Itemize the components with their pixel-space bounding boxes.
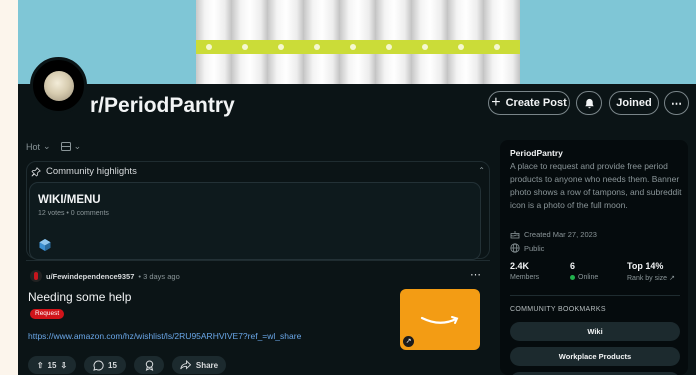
stat-label: Members — [510, 274, 540, 281]
post-thumbnail[interactable]: ↗ — [400, 289, 480, 350]
post-link[interactable]: https://www.amazon.com/hz/wishlist/ls/2R… — [28, 331, 301, 341]
collapse-caret-icon[interactable]: ⌃ — [478, 166, 485, 175]
stat-label: Online — [578, 274, 599, 281]
community-sidebar: PeriodPantry A place to request and prov… — [500, 140, 688, 375]
comments-button[interactable]: 15 — [84, 356, 126, 374]
share-button[interactable]: Share — [172, 356, 226, 374]
stat-label: Rank by size — [627, 274, 668, 282]
layout-view-icon[interactable] — [60, 142, 71, 151]
create-post-label: Create Post — [505, 97, 567, 109]
award-button[interactable] — [134, 356, 164, 374]
bookmark-wiki[interactable]: Wiki — [510, 322, 680, 341]
highlight-card-meta: 12 votes • 0 comments — [38, 210, 109, 217]
divider — [26, 260, 490, 261]
downvote-icon[interactable]: ⇩ — [60, 361, 67, 370]
community-icon — [39, 239, 51, 251]
subreddit-title: r/PeriodPantry — [90, 94, 235, 117]
cake-icon — [510, 231, 520, 239]
feed-sort-controls[interactable]: Hot ⌄ ⌄ — [26, 141, 81, 152]
post-title[interactable]: Needing some help — [28, 290, 131, 304]
award-icon — [145, 359, 153, 371]
highlight-card[interactable]: WIKI/MENU 12 votes • 0 comments — [29, 182, 481, 260]
amazon-smile-logo — [420, 316, 459, 324]
stat-online: 6 Online — [570, 261, 598, 281]
post-flair[interactable]: Request — [30, 309, 65, 319]
moon-icon — [44, 71, 74, 101]
external-link-icon: ↗ — [403, 336, 414, 347]
create-post-button[interactable]: + Create Post — [488, 91, 570, 115]
pin-icon — [31, 166, 41, 177]
chevron-down-icon: ⌄ — [43, 141, 51, 151]
post-options-button[interactable]: ⋯ — [470, 268, 481, 281]
sort-label[interactable]: Hot — [26, 142, 40, 152]
ellipsis-icon: ⋯ — [671, 97, 682, 110]
comment-count: 15 — [108, 360, 117, 370]
vote-count: 15 — [47, 360, 57, 370]
share-label: Share — [195, 360, 219, 370]
post-time: • 3 days ago — [138, 271, 180, 281]
community-highlights: Community highlights ⌃ WIKI/MENU 12 vote… — [26, 161, 490, 260]
visibility: Public — [510, 243, 544, 253]
vote-buttons[interactable]: ⇧ 15 ⇩ — [28, 356, 76, 374]
sidebar-description: A place to request and provide free peri… — [510, 161, 682, 210]
stat-value: 2.4K — [510, 261, 530, 271]
created-date: Created Mar 27, 2023 — [510, 229, 597, 239]
bookmark-workplace-products[interactable]: Workplace Products — [510, 347, 680, 366]
bookmarks-heading: COMMUNITY BOOKMARKS — [510, 306, 606, 313]
globe-icon — [510, 243, 520, 253]
more-options-button[interactable]: ⋯ — [664, 91, 689, 115]
sidebar-community-name: PeriodPantry — [510, 148, 563, 158]
bell-icon — [584, 98, 594, 108]
chevron-down-icon: ⌄ — [73, 141, 82, 151]
stat-rank[interactable]: Top 14% Rank by size ↗ — [627, 261, 675, 282]
stat-members: 2.4K Members — [510, 261, 539, 281]
highlights-header[interactable]: Community highlights — [31, 166, 137, 177]
post-author[interactable]: u/Fewindependence9357 — [46, 272, 134, 281]
upvote-icon[interactable]: ⇧ — [37, 361, 44, 370]
ellipsis-icon: ⋯ — [470, 269, 481, 281]
stat-value: Top 14% — [627, 261, 664, 271]
highlights-title: Community highlights — [46, 166, 137, 177]
online-dot-icon — [570, 275, 575, 280]
user-avatar[interactable] — [30, 270, 42, 282]
post-author-line: u/Fewindependence9357 • 3 days ago — [30, 270, 180, 282]
notification-bell-button[interactable] — [576, 91, 602, 115]
plus-icon: + — [491, 94, 501, 111]
external-link-icon: ↗ — [669, 275, 675, 282]
share-icon — [180, 360, 191, 370]
stat-value: 6 — [570, 261, 576, 271]
joined-button[interactable]: Joined — [609, 91, 659, 115]
visibility-text: Public — [524, 243, 545, 253]
community-banner — [18, 0, 696, 84]
comment-icon — [93, 359, 104, 371]
divider — [510, 295, 680, 296]
created-text: Created Mar 27, 2023 — [524, 229, 597, 239]
community-avatar[interactable] — [30, 57, 87, 114]
highlight-card-title: WIKI/MENU — [38, 194, 101, 206]
reddit-page: r/PeriodPantry + Create Post Joined ⋯ Ho… — [18, 0, 696, 375]
